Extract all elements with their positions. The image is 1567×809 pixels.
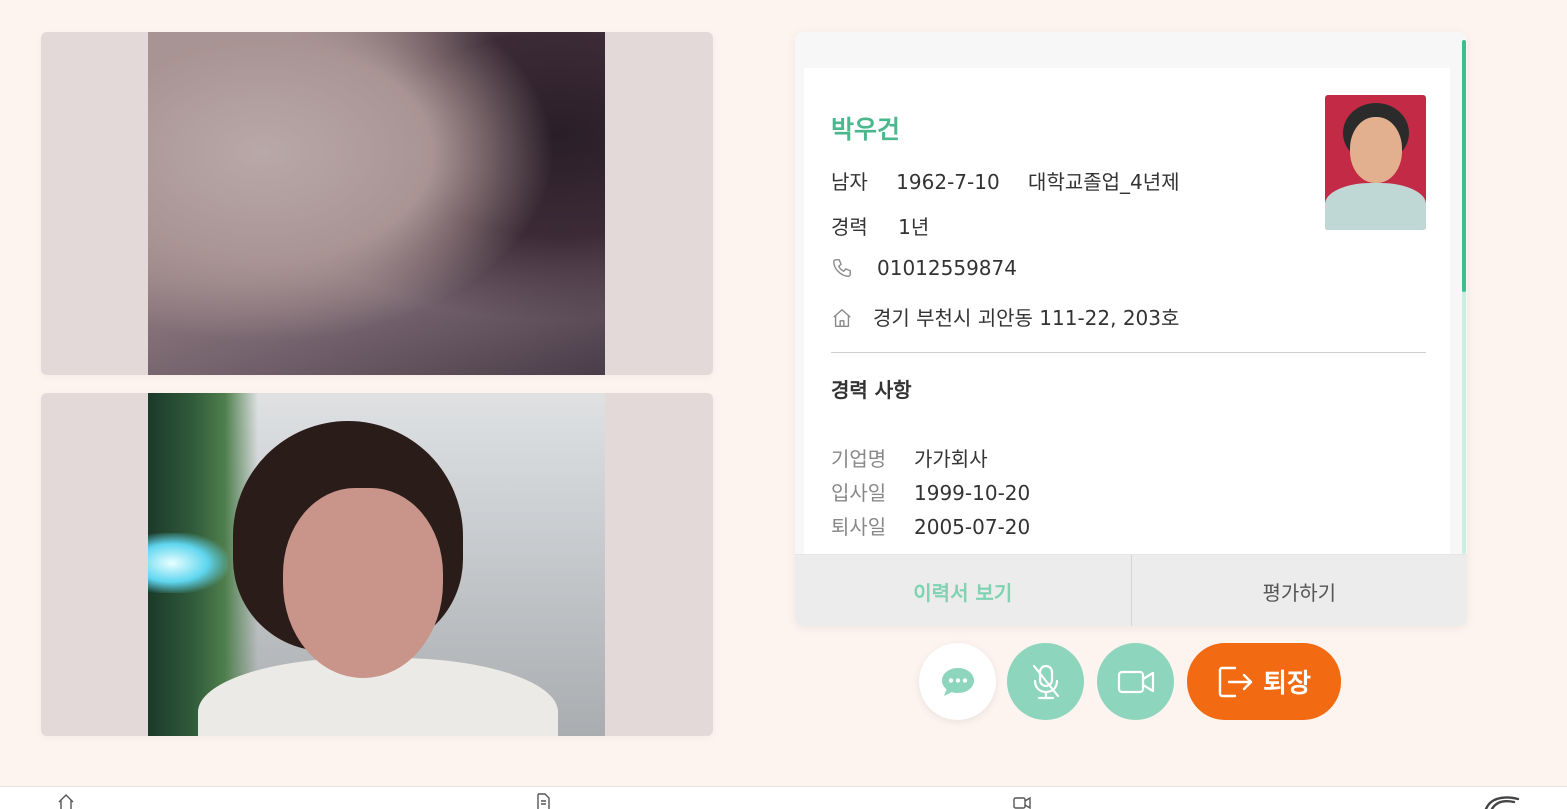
video-icon[interactable] (1013, 793, 1031, 809)
bottom-navigation (0, 786, 1567, 809)
candidate-education: 대학교졸업_4년제 (1028, 170, 1180, 194)
candidate-gender: 남자 (831, 170, 868, 194)
candidate-basic-info: 남자 1962-7-10 대학교졸업_4년제 (831, 166, 1202, 195)
company-value: 가가회사 (914, 447, 988, 471)
home-icon[interactable] (57, 793, 75, 809)
candidate-experience: 경력 1년 (831, 211, 951, 240)
chat-bubble-icon (941, 667, 974, 696)
remote-video-tile (41, 32, 713, 375)
candidate-phone: 01012559874 (877, 256, 1017, 280)
phone-icon (833, 259, 851, 277)
career-company-row: 기업명 가가회사 (831, 443, 988, 472)
candidate-birth: 1962-7-10 (896, 170, 1000, 194)
video-camera-icon (1117, 670, 1154, 693)
candidate-phone-row: 01012559874 (831, 256, 1039, 280)
company-label: 기업명 (831, 447, 887, 471)
candidate-name: 박우건 (831, 115, 901, 144)
view-resume-button[interactable]: 이력서 보기 (795, 555, 1132, 626)
local-video-tile (41, 393, 713, 736)
candidate-photo (1325, 95, 1426, 230)
candidate-info-content: 박우건 남자 1962-7-10 대학교졸업_4년제 경력 1년 0101255… (804, 68, 1450, 554)
exit-button[interactable]: 퇴장 (1187, 643, 1341, 720)
join-date-label: 입사일 (831, 481, 887, 505)
exit-door-icon (1218, 666, 1253, 697)
scrollbar-thumb[interactable] (1462, 40, 1466, 292)
home-icon (833, 309, 851, 327)
mic-off-icon (1032, 664, 1059, 699)
toggle-camera-button[interactable] (1097, 643, 1174, 720)
card-action-bar: 이력서 보기 평가하기 (795, 554, 1467, 626)
document-icon[interactable] (534, 793, 552, 809)
local-video-feed (148, 393, 605, 736)
experience-label: 경력 (831, 215, 868, 239)
join-date-value: 1999-10-20 (914, 481, 1031, 505)
career-leave-row: 퇴사일 2005-07-20 (831, 511, 1030, 540)
evaluate-button[interactable]: 평가하기 (1131, 555, 1467, 626)
divider (831, 352, 1426, 353)
experience-value: 1년 (898, 215, 930, 239)
career-section-title: 경력 사항 (831, 378, 912, 402)
leave-date-label: 퇴사일 (831, 515, 887, 539)
mute-microphone-button[interactable] (1007, 643, 1084, 720)
remote-video-feed (148, 32, 605, 375)
candidate-info-card: 박우건 남자 1962-7-10 대학교졸업_4년제 경력 1년 0101255… (795, 32, 1467, 626)
candidate-address: 경기 부천시 괴안동 111-22, 203호 (873, 306, 1180, 330)
exit-label: 퇴장 (1263, 669, 1311, 699)
chat-button[interactable] (919, 643, 996, 720)
candidate-address-row: 경기 부천시 괴안동 111-22, 203호 (831, 302, 1201, 331)
career-join-row: 입사일 1999-10-20 (831, 477, 1030, 506)
leave-date-value: 2005-07-20 (914, 515, 1031, 539)
logo-icon[interactable] (1484, 793, 1522, 809)
